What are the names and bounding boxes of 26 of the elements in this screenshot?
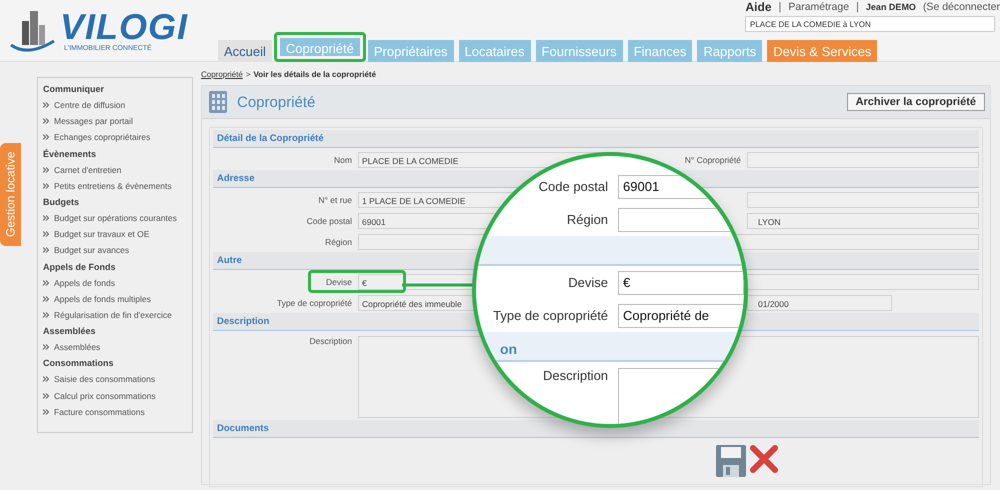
field-label: Région	[324, 236, 352, 246]
field-label: Type de copropriété	[276, 298, 352, 308]
field-label: N° et rue	[317, 194, 352, 204]
link-separator: |	[856, 1, 859, 13]
user-name: Jean DEMO	[866, 2, 916, 12]
logo-wordmark: VILOGI	[60, 9, 188, 45]
section-header: Documents	[213, 420, 979, 438]
panel-title: Copropriété	[237, 94, 316, 110]
field-label: Code postal	[306, 216, 352, 226]
section-header: Détail de la Copropriété	[213, 130, 979, 148]
field-label: Description	[308, 336, 352, 346]
field-label: N° Copropriété	[684, 154, 741, 164]
menu-group-title: Communiquer	[43, 83, 106, 96]
field-label: Région	[566, 212, 608, 227]
menu-group-title: Budgets	[43, 196, 80, 209]
menu-group-title: Évènements	[43, 148, 98, 161]
menu-group-title: Assemblées	[43, 325, 97, 338]
breadcrumb-current: Voir les détails de la copropriété	[253, 70, 376, 81]
breadcrumb-separator: >	[246, 70, 250, 81]
field-label: Devise	[567, 275, 608, 290]
field-label: Devise	[325, 276, 352, 286]
link-separator: |	[778, 1, 782, 13]
field-label: Description	[542, 368, 608, 383]
menu-group-title: Consommations	[43, 357, 115, 370]
field-label: Nom	[333, 154, 352, 164]
menu-group-title: Appels de Fonds	[43, 260, 117, 274]
